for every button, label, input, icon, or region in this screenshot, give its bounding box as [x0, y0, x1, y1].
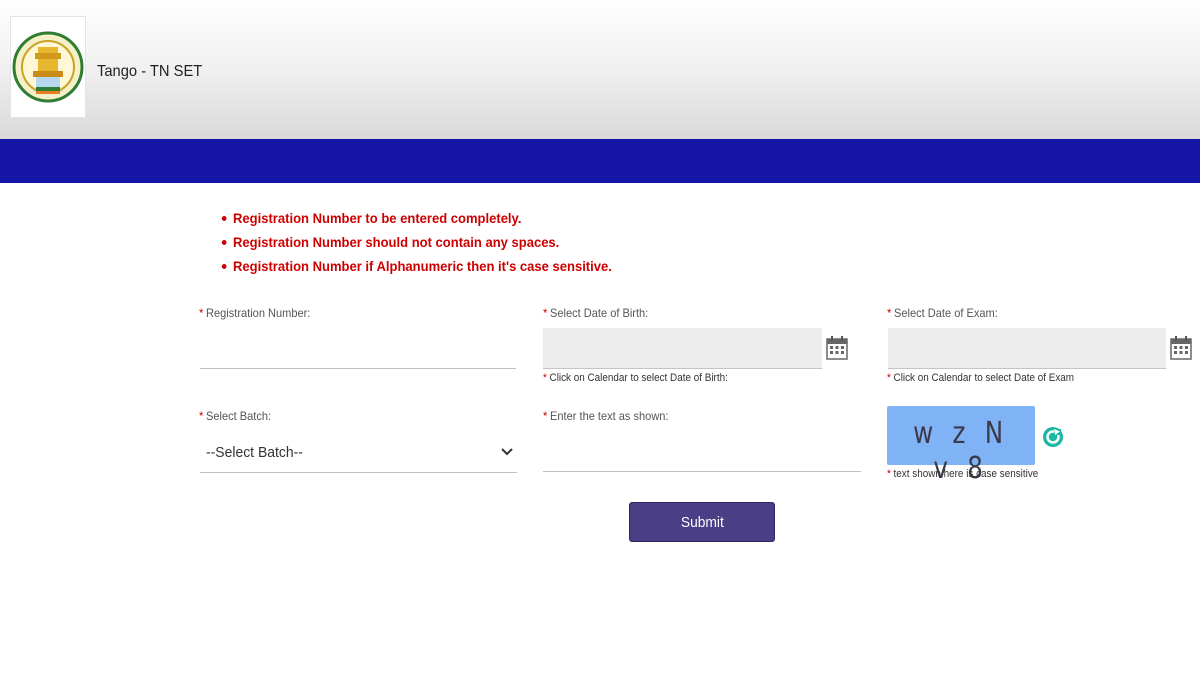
registration-number-label: * Registration Number:: [199, 306, 310, 320]
instruction-item: Registration Number if Alphanumeric then…: [220, 256, 612, 280]
required-marker: *: [199, 306, 204, 320]
instruction-item: Registration Number to be entered comple…: [220, 208, 612, 232]
date-of-exam-hint-text: Click on Calendar to select Date of Exam: [893, 372, 1075, 384]
required-marker: *: [887, 306, 892, 320]
select-batch-label-text: Select Batch:: [206, 409, 272, 423]
app-title: Tango - TN SET: [97, 63, 203, 80]
date-of-exam-label: * Select Date of Exam:: [887, 306, 998, 320]
date-of-birth-label: * Select Date of Birth:: [543, 306, 648, 320]
date-of-exam-label-text: Select Date of Exam:: [894, 306, 998, 320]
batch-select[interactable]: --Select Batch--: [200, 436, 517, 473]
required-marker: *: [543, 372, 547, 384]
batch-select-value: --Select Batch--: [206, 444, 303, 461]
captcha-hint-text: text shown here is case sensitive: [893, 468, 1039, 480]
select-batch-label: * Select Batch:: [199, 409, 271, 423]
date-of-birth-label-text: Select Date of Birth:: [550, 306, 649, 320]
required-marker: *: [543, 306, 548, 320]
captcha-hint: * text shown here is case sensitive: [887, 468, 1038, 480]
captcha-input-label: * Enter the text as shown:: [543, 409, 669, 423]
calendar-icon[interactable]: [1170, 335, 1192, 361]
date-of-birth-hint: * Click on Calendar to select Date of Bir…: [543, 372, 728, 384]
required-marker: *: [887, 468, 891, 480]
page-header: Tango - TN SET: [0, 0, 1200, 139]
registration-number-label-text: Registration Number:: [206, 306, 311, 320]
chevron-down-icon: [501, 448, 513, 456]
refresh-icon[interactable]: [1042, 426, 1064, 448]
date-of-exam-input[interactable]: [888, 328, 1166, 369]
captcha-input[interactable]: [543, 436, 861, 472]
required-marker: *: [199, 409, 204, 423]
calendar-icon[interactable]: [826, 335, 848, 361]
date-of-exam-hint: * Click on Calendar to select Date of Exa…: [887, 372, 1074, 384]
submit-button[interactable]: Submit: [629, 502, 775, 542]
tamil-nadu-emblem-logo: [10, 16, 86, 118]
navigation-band: [0, 139, 1200, 183]
required-marker: *: [887, 372, 891, 384]
registration-number-input[interactable]: [200, 334, 516, 369]
instructions-list: Registration Number to be entered comple…: [220, 208, 641, 280]
captcha-image: w z N v 8: [887, 406, 1035, 486]
submit-button-label: Submit: [680, 513, 724, 531]
captcha-input-label-text: Enter the text as shown:: [550, 409, 669, 423]
date-of-birth-hint-text: Click on Calendar to select Date of Birt…: [549, 372, 728, 384]
date-of-birth-input[interactable]: [543, 328, 822, 369]
instruction-item: Registration Number should not contain a…: [220, 232, 612, 256]
required-marker: *: [543, 409, 548, 423]
